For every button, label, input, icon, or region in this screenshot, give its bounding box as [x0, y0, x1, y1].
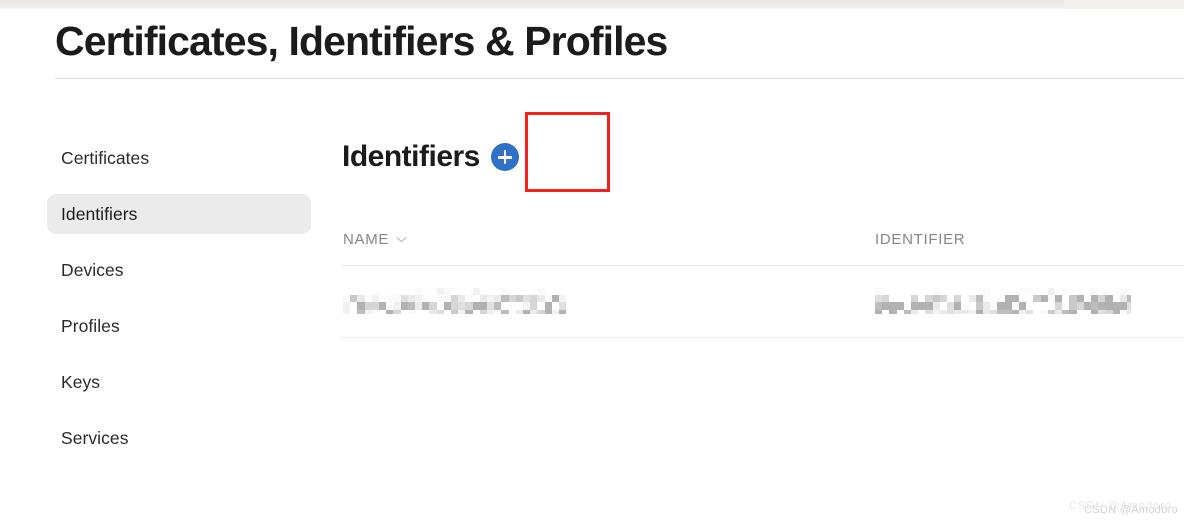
column-header-identifier[interactable]: IDENTIFIER	[875, 228, 965, 250]
watermark-ghost: CSDN @Amodoro	[1068, 500, 1172, 512]
sidebar-item-identifiers[interactable]: Identifiers	[47, 194, 311, 234]
table-header-row: NAME IDENTIFIER	[342, 228, 1184, 265]
redacted-identifier-value	[875, 288, 1131, 314]
sidebar-item-devices[interactable]: Devices	[47, 250, 311, 290]
sidebar-item-profiles[interactable]: Profiles	[47, 306, 311, 346]
identifiers-table: NAME IDENTIFIER	[342, 228, 1184, 338]
sidebar-item-label: Identifiers	[61, 203, 138, 224]
column-header-label: IDENTIFIER	[875, 230, 966, 248]
sidebar-item-label: Keys	[61, 371, 101, 392]
column-header-name[interactable]: NAME	[343, 228, 407, 250]
column-header-label: NAME	[343, 230, 390, 248]
section-title: Identifiers	[342, 140, 480, 173]
main-content: Identifiers NAME IDENTIFIER	[342, 0, 1184, 522]
sidebar-item-label: Services	[61, 427, 129, 448]
chevron-down-icon	[396, 234, 407, 245]
annotation-highlight-box	[525, 112, 610, 192]
sidebar: Certificates Identifiers Devices Profile…	[47, 138, 311, 474]
section-header: Identifiers	[342, 136, 519, 178]
sidebar-item-label: Profiles	[61, 315, 120, 336]
sidebar-item-services[interactable]: Services	[47, 418, 311, 458]
table-row-divider	[342, 337, 1184, 338]
cell-name	[343, 288, 567, 314]
redacted-name-value	[343, 288, 567, 314]
sidebar-item-keys[interactable]: Keys	[47, 362, 311, 402]
table-row[interactable]	[342, 266, 1184, 337]
sidebar-item-certificates[interactable]: Certificates	[47, 138, 311, 178]
sidebar-item-label: Devices	[61, 259, 124, 280]
watermark: CSDN @Amodoro CSDN @Amodoro	[1069, 500, 1178, 516]
add-identifier-button[interactable]	[490, 143, 519, 171]
sidebar-item-label: Certificates	[61, 147, 150, 168]
cell-identifier	[875, 288, 1131, 314]
